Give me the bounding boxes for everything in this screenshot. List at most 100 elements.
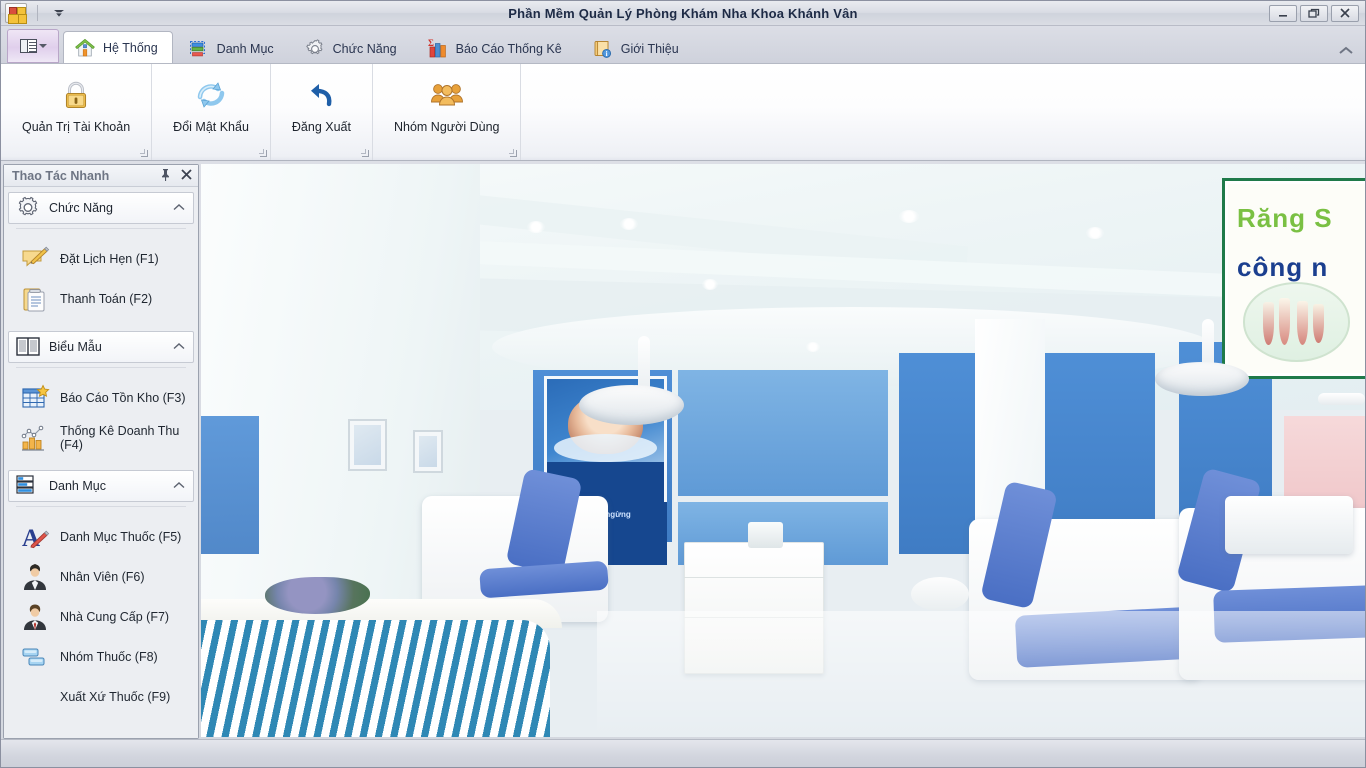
svg-text:i: i bbox=[605, 50, 607, 58]
wall-picture-frame bbox=[347, 418, 388, 471]
lock-icon bbox=[58, 77, 94, 113]
ribbon-button-label: Nhóm Người Dùng bbox=[393, 120, 500, 134]
sidebar-group-bieu-mau[interactable]: Biểu Mẫu bbox=[8, 331, 194, 363]
dental-clinic-photo: nỗ lực không ngừng Răng S công n bbox=[201, 164, 1365, 737]
sidebar-group-items-1: Báo Cáo Tồn Kho (F3) Thống Kê Doanh Thu … bbox=[8, 372, 194, 468]
wall-picture-frame bbox=[412, 430, 444, 473]
ribbon-tab-strip: Hệ Thống Danh Mục Chức Năng Σ Báo Cáo Th… bbox=[1, 26, 1365, 64]
ceiling-spotlight bbox=[806, 341, 821, 352]
sidebar-item-label: Báo Cáo Tồn Kho (F3) bbox=[60, 391, 186, 405]
gear-icon bbox=[15, 196, 41, 220]
tab-he-thong[interactable]: Hệ Thống bbox=[63, 31, 173, 63]
book-open-icon bbox=[15, 335, 41, 359]
panel-title: Thao Tác Nhanh bbox=[12, 168, 110, 183]
table-star-icon bbox=[20, 383, 50, 413]
operating-light bbox=[579, 384, 685, 425]
book-info-icon: i bbox=[592, 38, 614, 60]
light-arm bbox=[1318, 393, 1365, 405]
ribbon-group-2: Đăng Xuất bbox=[271, 64, 373, 160]
sidebar-item-dat-lich-hen[interactable]: Đặt Lịch Hẹn (F1) bbox=[8, 239, 194, 279]
ribbon-group-3: Nhóm Người Dùng bbox=[373, 64, 522, 160]
decorative-plant bbox=[265, 576, 370, 614]
panel-body: Chức Năng Đặt Lịch Hẹn (F1) Thanh Toán (… bbox=[4, 187, 198, 738]
none-icon bbox=[20, 682, 50, 712]
sidebar-item-bao-cao-ton-kho[interactable]: Báo Cáo Tồn Kho (F3) bbox=[8, 378, 194, 418]
app-logo-icon[interactable] bbox=[5, 3, 27, 23]
sidebar-group-label: Chức Năng bbox=[49, 201, 113, 215]
tab-danh-muc[interactable]: Danh Mục bbox=[177, 33, 289, 63]
sidebar-item-nhan-vien[interactable]: Nhân Viên (F6) bbox=[8, 557, 194, 597]
note-pencil-icon bbox=[20, 244, 50, 274]
close-icon[interactable] bbox=[181, 168, 192, 183]
chevron-up-icon bbox=[173, 342, 185, 353]
panel-title-actions bbox=[160, 168, 192, 184]
dentist-stool bbox=[911, 576, 970, 611]
status-bar bbox=[1, 739, 1365, 767]
list-icon bbox=[188, 38, 210, 60]
sidebar-item-thanh-toan[interactable]: Thanh Toán (F2) bbox=[8, 279, 194, 319]
quan-tri-tai-khoan-button[interactable]: Quản Trị Tài Khoản bbox=[13, 72, 139, 141]
pin-icon[interactable] bbox=[160, 168, 171, 184]
sidebar-item-label: Xuất Xứ Thuốc (F9) bbox=[60, 690, 171, 704]
tab-label: Giới Thiệu bbox=[620, 41, 679, 56]
group-resize-handle bbox=[140, 149, 149, 157]
chevron-down-icon bbox=[38, 44, 47, 48]
title-bar: Phần Mềm Quản Lý Phòng Khám Nha Khoa Khá… bbox=[1, 1, 1365, 26]
tab-chuc-nang[interactable]: Chức Năng bbox=[293, 33, 412, 63]
ribbon-button-label: Quản Trị Tài Khoản bbox=[22, 120, 131, 134]
sidebar-item-nha-cung-cap[interactable]: Nhà Cung Cấp (F7) bbox=[8, 597, 194, 637]
divider bbox=[16, 228, 186, 229]
blue-wall-panel bbox=[201, 416, 260, 554]
ribbon-content: Quản Trị Tài Khoản Đổi Mật Khẩu Đăng Xuấ… bbox=[1, 64, 1365, 161]
group-resize-handle bbox=[509, 149, 518, 157]
nhom-nguoi-dung-button[interactable]: Nhóm Người Dùng bbox=[385, 72, 509, 141]
divider bbox=[16, 506, 186, 507]
tab-label: Chức Năng bbox=[332, 41, 397, 56]
list-icon bbox=[15, 474, 41, 498]
application-menu-button[interactable] bbox=[7, 29, 59, 63]
dang-xuat-button[interactable]: Đăng Xuất bbox=[283, 72, 360, 141]
tab-label: Báo Cáo Thống Kê bbox=[455, 41, 562, 56]
logout-arrow-icon bbox=[303, 77, 339, 113]
sidebar-item-danh-muc-thuoc[interactable]: A Danh Mục Thuốc (F5) bbox=[8, 517, 194, 557]
green-poster-line-1: Răng S bbox=[1237, 203, 1333, 234]
window-title: Phần Mềm Quản Lý Phòng Khám Nha Khoa Khá… bbox=[508, 5, 858, 21]
sidebar-group-items-2: A Danh Mục Thuốc (F5) Nhân Viên (F6) Nhà… bbox=[8, 511, 194, 727]
minimize-button[interactable] bbox=[1269, 4, 1297, 22]
sidebar-item-label: Nhà Cung Cấp (F7) bbox=[60, 610, 170, 624]
doi-mat-khau-button[interactable]: Đổi Mật Khẩu bbox=[164, 72, 258, 141]
blue-wall-panel bbox=[678, 370, 888, 497]
clipboard-icon bbox=[20, 284, 50, 314]
sidebar-group-label: Danh Mục bbox=[49, 479, 106, 493]
woman-user-icon bbox=[20, 562, 50, 592]
tab-label: Danh Mục bbox=[216, 41, 274, 56]
sidebar-group-chuc-nang[interactable]: Chức Năng bbox=[8, 192, 194, 224]
sidebar-item-xuat-xu-thuoc[interactable]: Xuất Xứ Thuốc (F9) bbox=[8, 677, 194, 717]
restore-button[interactable] bbox=[1300, 4, 1328, 22]
tab-gioi-thieu[interactable]: i Giới Thiệu bbox=[581, 33, 694, 63]
chart-line-icon bbox=[20, 423, 50, 453]
customize-quick-access-icon[interactable] bbox=[48, 3, 70, 23]
ceiling-spotlight bbox=[1085, 227, 1104, 240]
quick-access-toolbar bbox=[1, 1, 70, 25]
tab-bao-cao-thong-ke[interactable]: Σ Báo Cáo Thống Kê bbox=[416, 33, 577, 63]
bar-chart-icon: Σ bbox=[427, 38, 449, 60]
sidebar-group-danh-muc[interactable]: Danh Mục bbox=[8, 470, 194, 502]
sidebar-group-label: Biểu Mẫu bbox=[49, 340, 102, 354]
desk-equipment bbox=[748, 522, 783, 548]
sidebar-item-thong-ke-doanh-thu[interactable]: Thống Kê Doanh Thu (F4) bbox=[8, 418, 194, 458]
font-pencil-icon: A bbox=[20, 522, 50, 552]
collapse-ribbon-icon[interactable] bbox=[1337, 41, 1355, 59]
tab-label: Hệ Thống bbox=[103, 40, 158, 55]
toolbar-divider bbox=[37, 5, 38, 21]
sidebar-item-nhom-thuoc[interactable]: Nhóm Thuốc (F8) bbox=[8, 637, 194, 677]
users-group-icon bbox=[429, 77, 465, 113]
ribbon-button-label: Đăng Xuất bbox=[291, 120, 351, 134]
chevron-up-icon bbox=[173, 203, 185, 214]
reception-desk-front bbox=[201, 619, 551, 737]
ribbon-button-label: Đổi Mật Khẩu bbox=[173, 120, 249, 134]
picture-content bbox=[418, 436, 438, 467]
panel-layout-icon bbox=[19, 39, 37, 53]
group-resize-handle bbox=[360, 149, 369, 157]
close-button[interactable] bbox=[1331, 4, 1359, 22]
